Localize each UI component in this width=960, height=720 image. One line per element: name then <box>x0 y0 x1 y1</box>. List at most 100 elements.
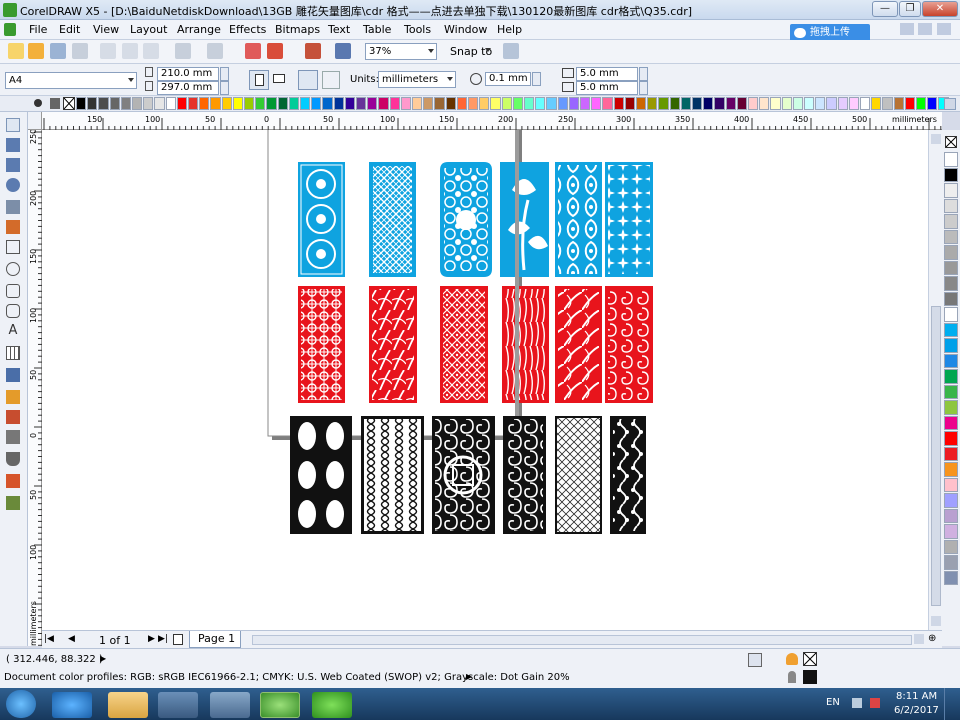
scroll-down-icon[interactable] <box>931 616 941 626</box>
palette-swatch[interactable] <box>199 97 210 110</box>
text-tool-icon[interactable]: A <box>6 324 20 338</box>
red-panel-bamboo-leaves[interactable] <box>369 286 417 403</box>
black-panel-longevity-seal[interactable] <box>432 416 495 534</box>
rectangle-tool-icon[interactable] <box>6 240 20 254</box>
duplicate-x-field[interactable]: 5.0 mm <box>576 67 638 81</box>
palette-swatch[interactable] <box>658 97 669 110</box>
snap-dropdown-icon[interactable] <box>485 48 491 52</box>
palette-swatch[interactable] <box>434 97 445 110</box>
menu-tools[interactable]: Tools <box>404 23 431 36</box>
internet-explorer-icon[interactable] <box>52 692 92 718</box>
blend-tool-icon[interactable] <box>6 390 20 404</box>
palette-swatch[interactable] <box>87 97 98 110</box>
crop-tool-icon[interactable] <box>6 158 20 172</box>
menu-help[interactable]: Help <box>497 23 522 36</box>
vertical-palette-swatch[interactable] <box>944 338 958 353</box>
menu-arrange[interactable]: Arrange <box>177 23 221 36</box>
blue-panel-lattice[interactable] <box>369 162 416 277</box>
current-page-button[interactable] <box>322 71 340 89</box>
minimize-button[interactable]: — <box>872 1 898 17</box>
palette-swatch[interactable] <box>636 97 647 110</box>
vertical-palette-swatch[interactable] <box>944 524 958 539</box>
palette-swatch[interactable] <box>781 97 792 110</box>
media-player-icon[interactable] <box>158 692 198 718</box>
close-button[interactable]: ✕ <box>922 1 958 17</box>
menu-edit[interactable]: Edit <box>59 23 80 36</box>
palette-swatch[interactable] <box>893 97 904 110</box>
red-panel-orchid[interactable] <box>555 286 602 403</box>
show-desktop-button[interactable] <box>944 688 960 720</box>
palette-swatch[interactable] <box>311 97 322 110</box>
palette-swatch[interactable] <box>210 97 221 110</box>
palette-swatch[interactable] <box>624 97 635 110</box>
application-launcher-icon[interactable] <box>305 43 321 59</box>
palette-swatch[interactable] <box>176 97 187 110</box>
doc-close-button[interactable] <box>937 23 951 35</box>
menu-layout[interactable]: Layout <box>130 23 167 36</box>
vertical-palette-swatch[interactable] <box>944 245 958 260</box>
page-width-field[interactable]: 210.0 mm <box>157 67 219 81</box>
navigator-zoom-icon[interactable]: ⊕ <box>928 633 936 644</box>
palette-swatch[interactable] <box>266 97 277 110</box>
doc-minimize-button[interactable] <box>900 23 914 35</box>
palette-swatch[interactable] <box>367 97 378 110</box>
palette-swatch[interactable] <box>468 97 479 110</box>
vertical-scroll-thumb[interactable] <box>931 306 941 606</box>
vertical-palette-swatch[interactable] <box>944 183 958 198</box>
action-center-icon[interactable] <box>852 698 862 708</box>
palette-swatch[interactable] <box>98 97 109 110</box>
vertical-palette-swatch[interactable] <box>944 431 958 446</box>
doc-restore-button[interactable] <box>918 23 932 35</box>
palette-swatch[interactable] <box>748 97 759 110</box>
v-no-color-swatch[interactable] <box>945 136 957 148</box>
all-pages-button[interactable] <box>298 70 318 90</box>
palette-swatch[interactable] <box>602 97 613 110</box>
units-select[interactable]: millimeters <box>378 71 456 88</box>
palette-swatch[interactable] <box>792 97 803 110</box>
palette-swatch[interactable] <box>456 97 467 110</box>
palette-swatch[interactable] <box>143 97 154 110</box>
network-icon[interactable] <box>870 698 880 708</box>
vertical-palette-swatch[interactable] <box>944 493 958 508</box>
black-panel-ovals[interactable] <box>290 416 352 534</box>
outline-pen-icon[interactable] <box>6 452 20 466</box>
palette-swatch[interactable] <box>770 97 781 110</box>
vertical-palette-swatch[interactable] <box>944 477 958 492</box>
red-panel-quatrefoil[interactable] <box>298 286 345 403</box>
blue-panel-baroque[interactable] <box>440 162 492 277</box>
menu-window[interactable]: Window <box>444 23 487 36</box>
first-page-icon[interactable]: |◀ <box>44 634 54 644</box>
palette-swatch[interactable] <box>524 97 535 110</box>
vertical-palette-swatch[interactable] <box>944 508 958 523</box>
document-icon[interactable] <box>4 23 16 36</box>
vertical-palette-swatch[interactable] <box>944 400 958 415</box>
palette-swatch[interactable] <box>848 97 859 110</box>
palette-swatch[interactable] <box>378 97 389 110</box>
paper-size-select[interactable]: A4 <box>5 72 137 89</box>
palette-swatch[interactable] <box>188 97 199 110</box>
undo-icon[interactable] <box>175 43 191 59</box>
vertical-palette-swatch[interactable] <box>944 570 958 585</box>
palette-swatch[interactable] <box>490 97 501 110</box>
landscape-button[interactable] <box>273 74 285 83</box>
blue-panel-floral[interactable] <box>605 162 653 277</box>
next-page-icon[interactable]: ▶ <box>148 634 155 644</box>
new-document-icon[interactable] <box>8 43 24 59</box>
vertical-palette-swatch[interactable] <box>944 384 958 399</box>
blue-panel-lotus[interactable] <box>500 162 549 277</box>
last-page-icon[interactable]: ▶| <box>158 634 168 644</box>
palette-swatch[interactable] <box>501 97 512 110</box>
outline-color-swatch[interactable] <box>803 670 817 684</box>
palette-swatch[interactable] <box>904 97 915 110</box>
palette-swatch[interactable] <box>512 97 523 110</box>
horizontal-ruler[interactable]: 150 100 50 0 50 100 150 200 250 300 350 … <box>42 112 942 130</box>
palette-swatch[interactable] <box>535 97 546 110</box>
restore-button[interactable]: ❐ <box>899 1 921 17</box>
palette-swatch[interactable] <box>277 97 288 110</box>
polygon-tool-icon[interactable] <box>6 284 20 298</box>
palette-swatch[interactable] <box>692 97 703 110</box>
export-icon[interactable] <box>267 43 283 59</box>
palette-swatch[interactable] <box>613 97 624 110</box>
black-panel-fine-lattice[interactable] <box>555 416 602 534</box>
freehand-tool-icon[interactable] <box>6 200 20 214</box>
